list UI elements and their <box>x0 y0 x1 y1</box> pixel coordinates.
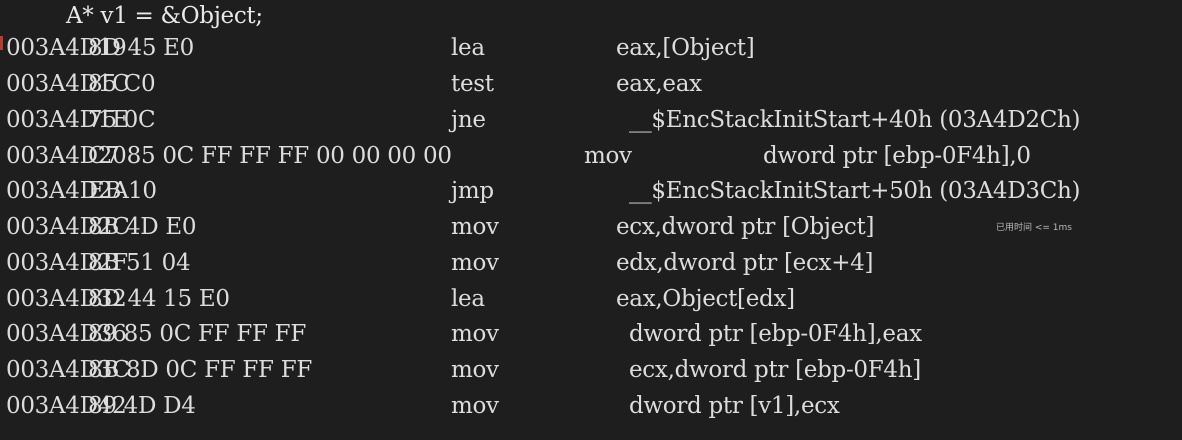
breakpoint-marker-icon[interactable] <box>0 36 3 50</box>
asm-operands: ecx,dword ptr [Object] <box>616 214 875 240</box>
asm-mnemonic: test <box>451 71 494 97</box>
asm-operands: dword ptr [v1],ecx <box>629 393 840 419</box>
asm-row[interactable]: 003A4D3C 8B 8D 0C FF FF FF mov ecx,dword… <box>6 352 1176 388</box>
asm-mnemonic: mov <box>584 143 632 169</box>
elapsed-time-hint: 已用时间 <= 1ms <box>996 223 1072 233</box>
asm-row[interactable]: 003A4D20 C7 85 0C FF FF FF 00 00 00 00 m… <box>6 138 1176 174</box>
asm-operands: __$EncStackInitStart+50h (03A4D3Ch) <box>629 178 1081 204</box>
asm-row[interactable]: 003A4D42 89 4D D4 mov dword ptr [v1],ecx <box>6 388 1176 424</box>
asm-operands: ecx,dword ptr [ebp-0F4h] <box>629 357 921 383</box>
asm-bytes: 8B 51 04 <box>88 250 191 276</box>
asm-operands: dword ptr [ebp-0F4h],0 <box>763 143 1031 169</box>
asm-mnemonic: mov <box>451 250 499 276</box>
asm-mnemonic: mov <box>451 321 499 347</box>
asm-row[interactable]: 003A4D2F 8B 51 04 mov edx,dword ptr [ecx… <box>6 245 1176 281</box>
disassembly-window: A* v1 = &Object; 003A4D19 8D 45 E0 lea e… <box>0 0 1182 440</box>
asm-mnemonic: lea <box>451 286 485 312</box>
asm-row[interactable]: 003A4D36 89 85 0C FF FF FF mov dword ptr… <box>6 316 1176 352</box>
asm-row[interactable]: 003A4D2A EB 10 jmp __$EncStackInitStart+… <box>6 173 1176 209</box>
source-code-line: A* v1 = &Object; <box>66 3 263 29</box>
asm-bytes: 8D 44 15 E0 <box>88 286 230 312</box>
asm-bytes: 85 C0 <box>88 71 156 97</box>
asm-operands: dword ptr [ebp-0F4h],eax <box>629 321 922 347</box>
asm-bytes: 8B 8D 0C FF FF FF <box>88 357 313 383</box>
asm-bytes: C7 85 0C FF FF FF 00 00 00 00 <box>88 143 452 169</box>
asm-operands: eax,eax <box>616 71 702 97</box>
asm-bytes: 89 85 0C FF FF FF <box>88 321 306 347</box>
asm-operands: eax,[Object] <box>616 35 755 61</box>
asm-mnemonic: lea <box>451 35 485 61</box>
asm-bytes: EB 10 <box>88 178 157 204</box>
asm-row[interactable]: 003A4D19 8D 45 E0 lea eax,[Object] <box>6 30 1176 66</box>
asm-operands: edx,dword ptr [ecx+4] <box>616 250 874 276</box>
asm-mnemonic: mov <box>451 214 499 240</box>
asm-row[interactable]: 003A4D1E 75 0C jne __$EncStackInitStart+… <box>6 102 1176 138</box>
asm-mnemonic: jne <box>451 107 486 133</box>
asm-operands: eax,Object[edx] <box>616 286 795 312</box>
asm-bytes: 75 0C <box>88 107 156 133</box>
asm-bytes: 89 4D D4 <box>88 393 196 419</box>
asm-operands: __$EncStackInitStart+40h (03A4D2Ch) <box>629 107 1081 133</box>
asm-mnemonic: jmp <box>451 178 494 204</box>
asm-bytes: 8D 45 E0 <box>88 35 194 61</box>
asm-row[interactable]: 003A4D32 8D 44 15 E0 lea eax,Object[edx] <box>6 281 1176 317</box>
asm-row[interactable]: 003A4D1C 85 C0 test eax,eax <box>6 66 1176 102</box>
asm-mnemonic: mov <box>451 393 499 419</box>
asm-mnemonic: mov <box>451 357 499 383</box>
asm-bytes: 8B 4D E0 <box>88 214 197 240</box>
